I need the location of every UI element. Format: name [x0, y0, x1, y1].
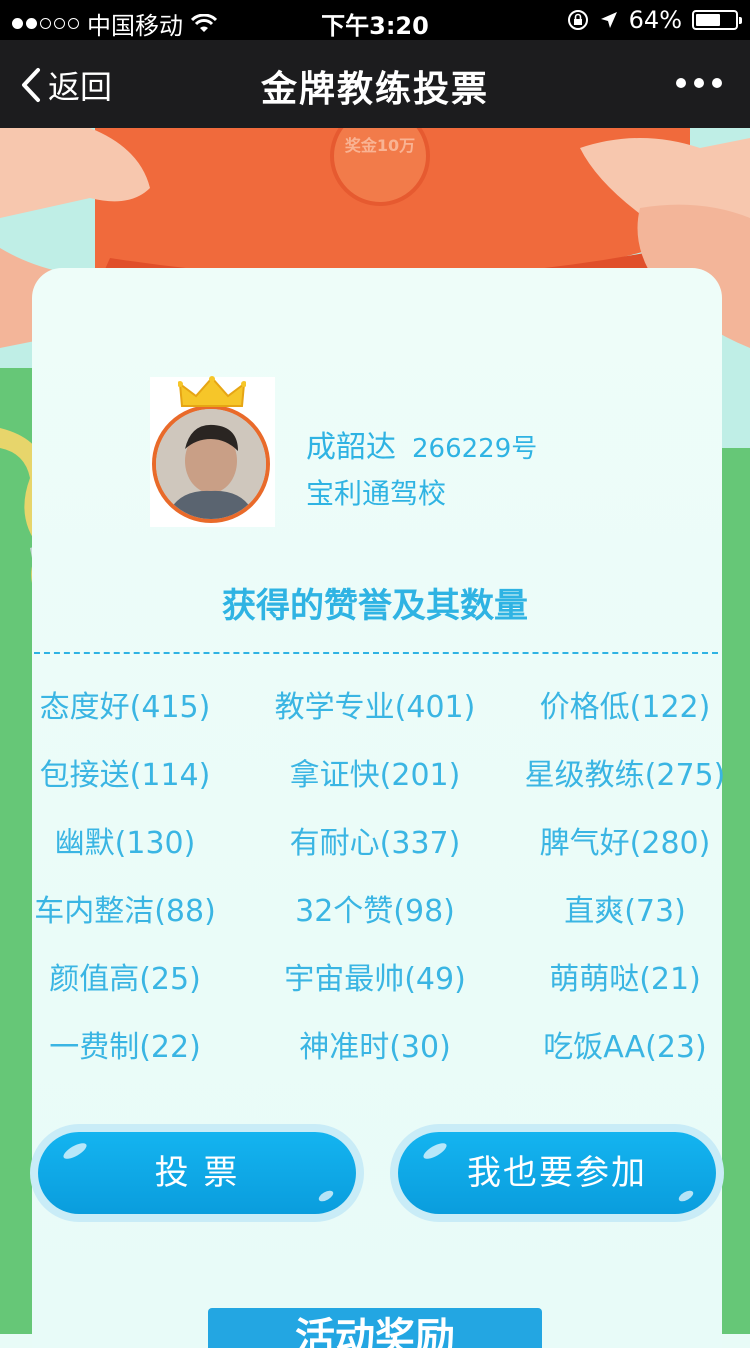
praise-tag: 拿证快(201)	[289, 758, 461, 793]
praise-tag: 一费制(22)	[49, 1030, 201, 1065]
join-button[interactable]: 我也要参加	[398, 1132, 716, 1214]
more-options-button[interactable]	[676, 78, 722, 88]
vote-button-label: 投 票	[154, 1153, 240, 1193]
praise-tag: 32个赞(98)	[295, 894, 455, 929]
praise-section-title: 获得的赞誉及其数量	[222, 586, 528, 626]
praise-tag: 萌萌哒(21)	[549, 962, 701, 997]
gloss-highlight	[421, 1140, 449, 1162]
more-dot-icon	[676, 78, 686, 88]
coach-photo	[156, 409, 266, 519]
gloss-highlight	[61, 1140, 89, 1162]
coach-info: 成韶达 266229号	[306, 422, 537, 466]
coach-name: 成韶达	[306, 430, 396, 465]
battery-percent: 64%	[628, 6, 682, 34]
praise-tag: 车内整洁(88)	[34, 894, 216, 929]
praise-tag: 直爽(73)	[564, 894, 686, 929]
crown-icon	[178, 376, 246, 407]
praise-tag: 幽默(130)	[54, 826, 196, 861]
gloss-highlight	[317, 1188, 335, 1204]
praise-tag: 脾气好(280)	[539, 826, 711, 861]
navigation-bar: 返回 金牌教练投票	[0, 40, 750, 128]
more-dot-icon	[712, 78, 722, 88]
status-right: 64%	[567, 6, 742, 34]
praise-tag: 神准时(30)	[299, 1030, 451, 1065]
envelope-badge-text: 奖金10万	[344, 136, 416, 155]
praise-tag: 有耐心(337)	[289, 826, 461, 861]
dashed-divider	[34, 652, 718, 654]
more-dot-icon	[694, 78, 704, 88]
coach-avatar[interactable]	[152, 405, 270, 523]
vote-button[interactable]: 投 票	[38, 1132, 356, 1214]
praise-tag: 吃饭AA(23)	[543, 1030, 707, 1065]
praise-tag: 价格低(122)	[539, 690, 711, 725]
praise-tag: 包接送(114)	[39, 758, 211, 793]
gloss-highlight	[677, 1188, 695, 1204]
coach-school: 宝利通驾校	[306, 477, 447, 510]
rotation-lock-icon	[567, 10, 588, 30]
praise-tag: 颜值高(25)	[49, 962, 201, 997]
praise-tag: 态度好(415)	[39, 690, 211, 725]
page-title: 金牌教练投票	[260, 69, 489, 110]
praise-tag: 星级教练(275)	[524, 758, 726, 793]
coach-number: 266229号	[412, 434, 538, 464]
status-bar: 中国移动 下午3:20 64%	[0, 0, 750, 40]
battery-icon	[692, 10, 742, 30]
join-button-label: 我也要参加	[467, 1153, 647, 1193]
location-arrow-icon	[600, 12, 617, 28]
rewards-section-header: 活动奖励	[208, 1308, 542, 1348]
praise-tag: 教学专业(401)	[274, 690, 476, 725]
praise-tag: 宇宙最帅(49)	[284, 962, 466, 997]
